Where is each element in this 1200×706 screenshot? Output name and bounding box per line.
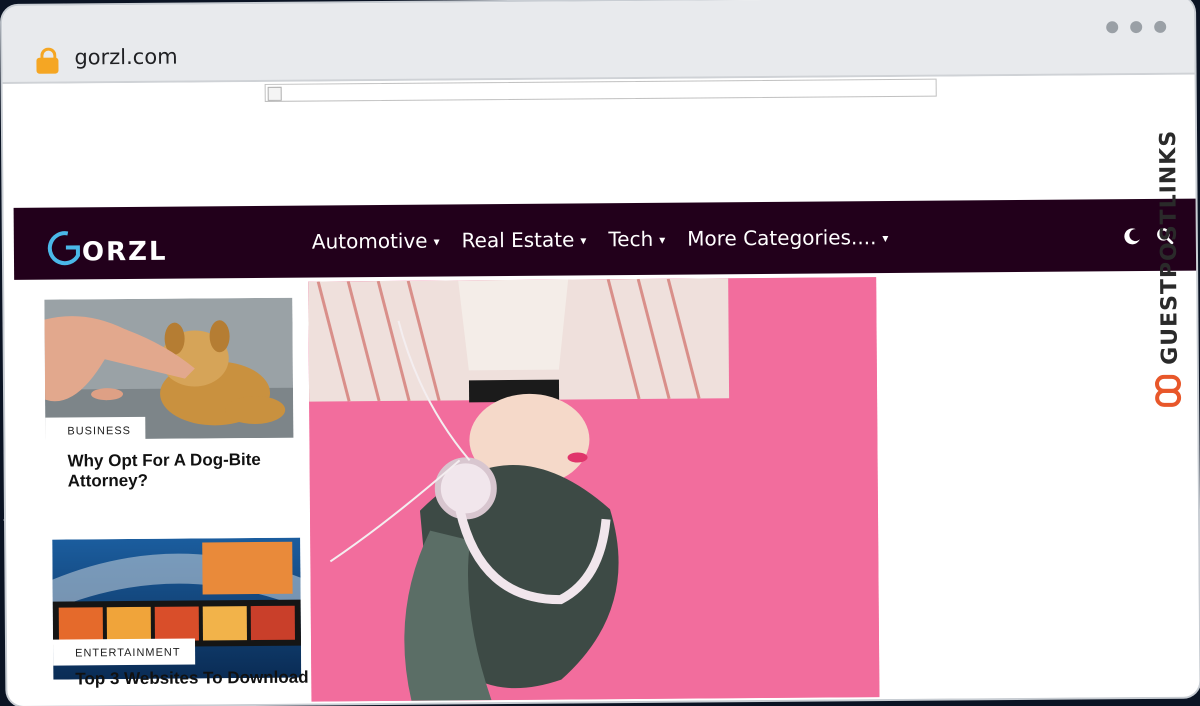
site-logo[interactable]: ORZL <box>42 226 202 266</box>
post-card[interactable]: ENTERTAINMENT Top 3 Websites To Download <box>52 537 309 688</box>
post-title[interactable]: Top 3 Websites To Download <box>75 668 308 690</box>
category-tag[interactable]: ENTERTAINMENT <box>52 638 195 666</box>
lock-icon <box>36 47 59 74</box>
browser-window: gorzl.com ORZL Automotive ▾ Real Estate … <box>2 0 1200 706</box>
window-dot-icon[interactable] <box>1154 20 1167 33</box>
window-controls <box>1106 20 1167 34</box>
moon-icon[interactable] <box>1124 227 1142 245</box>
chevron-down-icon: ▾ <box>433 234 440 249</box>
post-title[interactable]: Why Opt For A Dog-Bite Attorney? <box>68 450 288 492</box>
nav-more-categories[interactable]: More Categories.... ▾ <box>687 225 889 251</box>
nav-label: Automotive <box>311 228 428 254</box>
chevron-down-icon: ▾ <box>882 231 889 246</box>
broken-ad-image <box>264 78 937 102</box>
nav-label: More Categories.... <box>687 225 877 251</box>
chevron-down-icon: ▾ <box>580 233 587 248</box>
page-content: ORZL Automotive ▾ Real Estate ▾ Tech ▾ M… <box>2 74 1200 706</box>
address-bar[interactable]: gorzl.com <box>74 45 177 70</box>
svg-text:ORZL: ORZL <box>82 237 168 266</box>
window-dot-icon[interactable] <box>1130 21 1143 34</box>
browser-toolbar: gorzl.com <box>2 0 1195 84</box>
watermark-text: GUESTPOSTLINKS <box>1156 130 1183 365</box>
post-card[interactable]: BUSINESS Why Opt For A Dog-Bite Attorney… <box>44 297 294 490</box>
woman-headphones-pink-photo[interactable] <box>308 277 880 702</box>
nav-label: Tech <box>608 226 654 252</box>
nav-automotive[interactable]: Automotive ▾ <box>312 229 440 254</box>
nav-real-estate[interactable]: Real Estate ▾ <box>461 227 587 253</box>
nav-tech[interactable]: Tech ▾ <box>608 227 665 251</box>
window-dot-icon[interactable] <box>1106 21 1119 34</box>
category-tag[interactable]: BUSINESS <box>45 416 146 444</box>
nav-label: Real Estate <box>461 227 575 253</box>
site-navbar: ORZL Automotive ▾ Real Estate ▾ Tech ▾ M… <box>13 198 1200 280</box>
guestpostlinks-watermark: GUESTPOSTLINKS <box>1155 130 1183 407</box>
main-nav: Automotive ▾ Real Estate ▾ Tech ▾ More C… <box>312 225 889 254</box>
chevron-down-icon: ▾ <box>659 232 666 247</box>
